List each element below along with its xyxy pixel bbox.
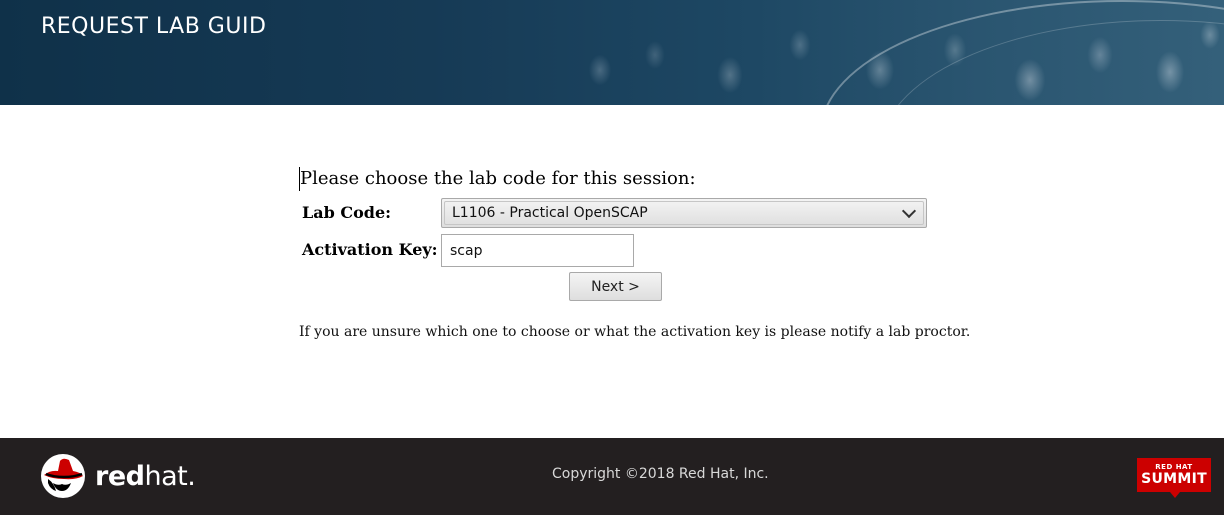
form-prompt: Please choose the lab code for this sess… — [299, 167, 979, 191]
summit-badge-notch — [1170, 492, 1180, 498]
lab-request-form: Please choose the lab code for this sess… — [299, 167, 979, 340]
red-hat-summit-badge: RED HAT SUMMIT — [1137, 458, 1211, 498]
activation-key-label: Activation Key: — [302, 240, 438, 259]
lab-code-label: Lab Code: — [302, 203, 392, 222]
lab-code-select[interactable]: L1106 - Practical OpenSCAP — [441, 198, 927, 228]
next-button[interactable]: Next > — [569, 272, 662, 301]
activation-key-input[interactable] — [441, 234, 634, 267]
summit-badge-main: SUMMIT — [1141, 471, 1207, 487]
help-text: If you are unsure which one to choose or… — [299, 324, 971, 340]
red-hat-wordmark: redhat. — [95, 461, 196, 492]
lab-code-selected-value: L1106 - Practical OpenSCAP — [452, 205, 648, 221]
shadowman-icon — [41, 454, 85, 498]
red-hat-logo[interactable]: redhat. — [40, 453, 196, 499]
summit-badge-top: RED HAT — [1155, 463, 1193, 471]
header-banner: REQUEST LAB GUID — [0, 0, 1224, 105]
footer: redhat. Copyright ©2018 Red Hat, Inc. RE… — [0, 438, 1224, 515]
page-title: REQUEST LAB GUID — [41, 14, 267, 39]
copyright-text: Copyright ©2018 Red Hat, Inc. — [552, 466, 769, 482]
